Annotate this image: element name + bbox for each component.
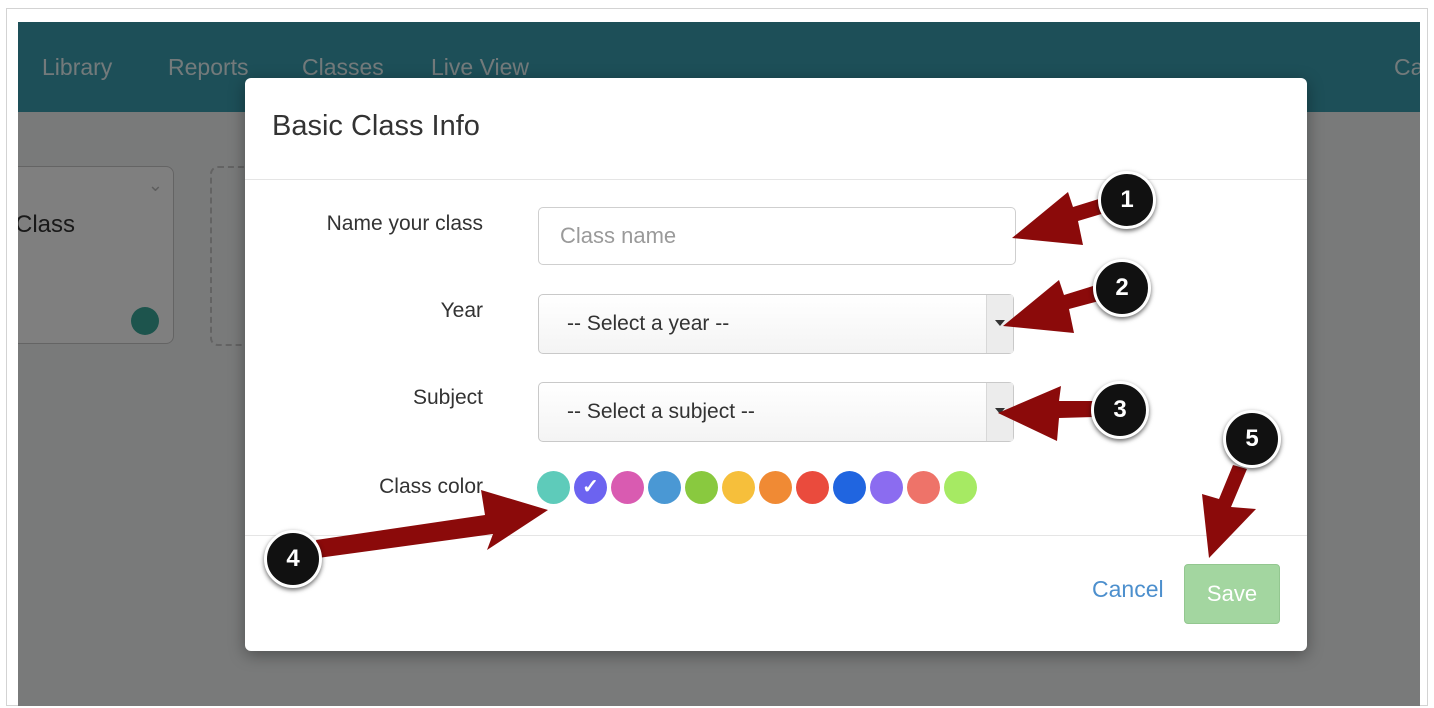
color-swatch[interactable] xyxy=(685,471,718,504)
color-swatch[interactable] xyxy=(833,471,866,504)
color-swatch[interactable] xyxy=(611,471,644,504)
color-swatch[interactable] xyxy=(648,471,681,504)
footer-divider xyxy=(245,535,1307,536)
subject-selected-value: -- Select a subject -- xyxy=(567,400,755,423)
year-select[interactable]: -- Select a year -- xyxy=(538,294,1014,354)
year-label: Year xyxy=(440,299,483,322)
subject-select[interactable]: -- Select a subject -- xyxy=(538,382,1014,442)
color-swatch[interactable]: ✓ xyxy=(574,471,607,504)
year-selected-value: -- Select a year -- xyxy=(567,312,730,335)
class-name-label: Name your class xyxy=(326,212,483,235)
color-swatch[interactable] xyxy=(907,471,940,504)
color-swatch[interactable] xyxy=(796,471,829,504)
color-swatch[interactable] xyxy=(759,471,792,504)
dialog-title: Basic Class Info xyxy=(272,110,480,142)
class-name-input[interactable] xyxy=(538,207,1016,265)
color-swatch[interactable] xyxy=(870,471,903,504)
class-color-label: Class color xyxy=(379,475,483,498)
color-swatch[interactable] xyxy=(722,471,755,504)
checkmark-icon: ✓ xyxy=(582,476,599,498)
class-color-picker: ✓ xyxy=(537,471,977,505)
save-button[interactable]: Save xyxy=(1184,564,1280,624)
header-divider xyxy=(245,179,1307,180)
dropdown-arrow-icon[interactable] xyxy=(986,295,1013,353)
basic-class-info-dialog: Basic Class Info Name your class Year --… xyxy=(245,78,1307,651)
color-swatch[interactable] xyxy=(944,471,977,504)
subject-label: Subject xyxy=(412,386,483,409)
color-swatch[interactable] xyxy=(537,471,570,504)
dropdown-arrow-icon[interactable] xyxy=(986,383,1013,441)
cancel-button[interactable]: Cancel xyxy=(1092,576,1164,603)
